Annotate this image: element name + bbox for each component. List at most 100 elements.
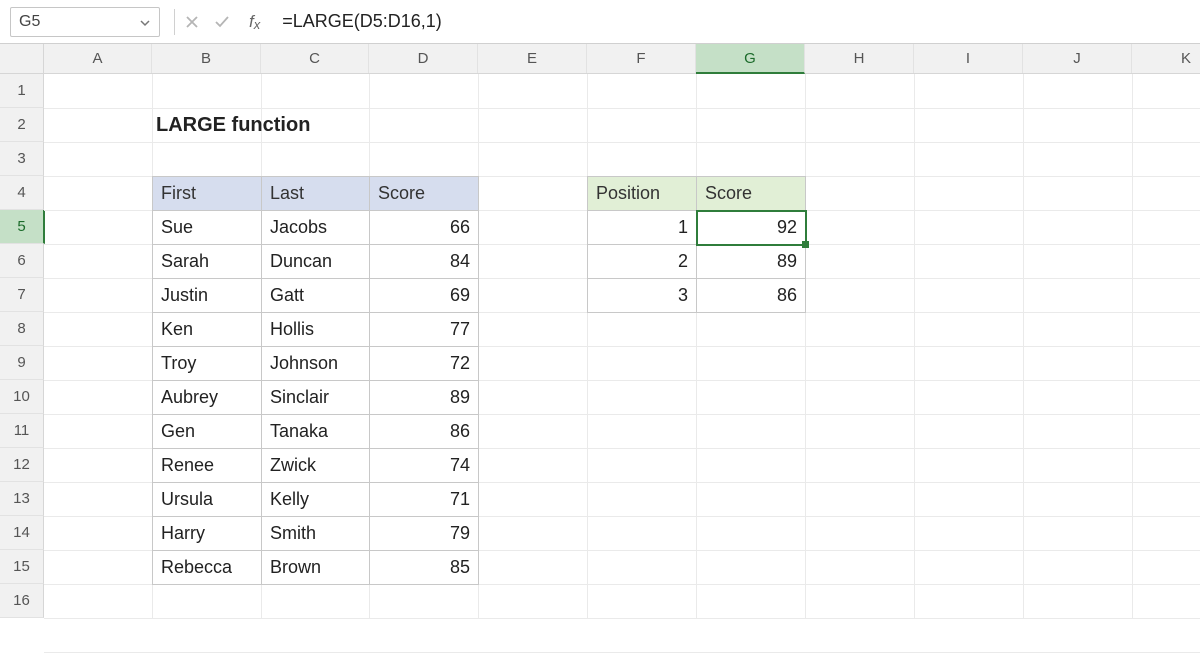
table-row[interactable]: 386 [588, 279, 806, 313]
separator [174, 9, 175, 35]
cell[interactable]: 72 [370, 347, 479, 381]
cell[interactable]: Hollis [262, 313, 370, 347]
cell[interactable]: Sarah [153, 245, 262, 279]
cell[interactable]: 89 [697, 245, 806, 279]
cell[interactable]: Jacobs [262, 211, 370, 245]
row-header-11[interactable]: 11 [0, 414, 44, 448]
formula-bar: G5 fx =LARGE(D5:D16,1) [0, 0, 1200, 44]
column-header-G[interactable]: G [696, 44, 805, 74]
row-header-9[interactable]: 9 [0, 346, 44, 380]
cell[interactable]: 89 [370, 381, 479, 415]
cell[interactable]: 2 [588, 245, 697, 279]
column-header-H[interactable]: H [805, 44, 914, 73]
chevron-down-icon[interactable] [139, 16, 151, 28]
table-row[interactable]: SueJacobs66 [153, 211, 479, 245]
cell[interactable]: Ursula [153, 483, 262, 517]
cell[interactable]: Renee [153, 449, 262, 483]
name-box-value: G5 [19, 13, 40, 31]
cell[interactable]: Zwick [262, 449, 370, 483]
page-title: LARGE function [156, 114, 310, 137]
cell[interactable]: Harry [153, 517, 262, 551]
table-row[interactable]: 289 [588, 245, 806, 279]
row-header-6[interactable]: 6 [0, 244, 44, 278]
cell[interactable]: Kelly [262, 483, 370, 517]
sheet-area: 12345678910111213141516 ABCDEFGHIJK LARG… [0, 44, 1200, 618]
cell[interactable]: 86 [697, 279, 806, 313]
cell[interactable]: 69 [370, 279, 479, 313]
cell[interactable]: 66 [370, 211, 479, 245]
row-header-10[interactable]: 10 [0, 380, 44, 414]
cell[interactable]: 92 [697, 211, 806, 245]
row-header-4[interactable]: 4 [0, 176, 44, 210]
cell[interactable]: Justin [153, 279, 262, 313]
cancel-icon[interactable] [183, 13, 201, 31]
cell[interactable]: 84 [370, 245, 479, 279]
table-header[interactable]: First [153, 177, 262, 211]
cell[interactable]: Troy [153, 347, 262, 381]
cell[interactable]: Brown [262, 551, 370, 585]
row-header-13[interactable]: 13 [0, 482, 44, 516]
cell[interactable]: 71 [370, 483, 479, 517]
cell[interactable]: 74 [370, 449, 479, 483]
column-header-A[interactable]: A [44, 44, 152, 73]
cell[interactable]: Gen [153, 415, 262, 449]
cell[interactable]: Sinclair [262, 381, 370, 415]
table-row[interactable]: SarahDuncan84 [153, 245, 479, 279]
column-header-F[interactable]: F [587, 44, 696, 73]
row-header-14[interactable]: 14 [0, 516, 44, 550]
row-header-3[interactable]: 3 [0, 142, 44, 176]
column-header-E[interactable]: E [478, 44, 587, 73]
column-headers: ABCDEFGHIJK [44, 44, 1200, 74]
cell[interactable]: Ken [153, 313, 262, 347]
table-row[interactable]: JustinGatt69 [153, 279, 479, 313]
row-header-8[interactable]: 8 [0, 312, 44, 346]
table-row[interactable]: ReneeZwick74 [153, 449, 479, 483]
name-box[interactable]: G5 [10, 7, 160, 37]
cell[interactable]: Smith [262, 517, 370, 551]
table-row[interactable]: UrsulaKelly71 [153, 483, 479, 517]
row-header-1[interactable]: 1 [0, 74, 44, 108]
row-header-12[interactable]: 12 [0, 448, 44, 482]
cell[interactable]: 3 [588, 279, 697, 313]
column-header-J[interactable]: J [1023, 44, 1132, 73]
column-header-C[interactable]: C [261, 44, 369, 73]
cell[interactable]: 79 [370, 517, 479, 551]
column-header-B[interactable]: B [152, 44, 261, 73]
table-header[interactable]: Position [588, 177, 697, 211]
row-header-2[interactable]: 2 [0, 108, 44, 142]
table-row[interactable]: GenTanaka86 [153, 415, 479, 449]
cell[interactable]: 1 [588, 211, 697, 245]
column-header-I[interactable]: I [914, 44, 1023, 73]
cell[interactable]: Duncan [262, 245, 370, 279]
table-row[interactable]: AubreySinclair89 [153, 381, 479, 415]
fx-icon[interactable]: fx [249, 12, 260, 32]
confirm-icon[interactable] [213, 13, 231, 31]
row-header-15[interactable]: 15 [0, 550, 44, 584]
table-row[interactable]: HarrySmith79 [153, 517, 479, 551]
table-row[interactable]: RebeccaBrown85 [153, 551, 479, 585]
column-header-D[interactable]: D [369, 44, 478, 73]
row-header-7[interactable]: 7 [0, 278, 44, 312]
data-table: FirstLastScore SueJacobs66SarahDuncan84J… [152, 176, 479, 585]
cell[interactable]: Sue [153, 211, 262, 245]
column-header-K[interactable]: K [1132, 44, 1200, 73]
cell[interactable]: 85 [370, 551, 479, 585]
grid[interactable]: LARGE function FirstLastScore SueJacobs6… [44, 74, 1200, 618]
cell[interactable]: 77 [370, 313, 479, 347]
row-header-16[interactable]: 16 [0, 584, 44, 618]
formula-input[interactable]: =LARGE(D5:D16,1) [282, 11, 1200, 32]
cell[interactable]: Tanaka [262, 415, 370, 449]
cell[interactable]: Aubrey [153, 381, 262, 415]
table-header[interactable]: Score [697, 177, 806, 211]
select-all-corner[interactable] [0, 44, 44, 74]
table-row[interactable]: 192 [588, 211, 806, 245]
table-row[interactable]: TroyJohnson72 [153, 347, 479, 381]
cell[interactable]: 86 [370, 415, 479, 449]
cell[interactable]: Gatt [262, 279, 370, 313]
table-header[interactable]: Last [262, 177, 370, 211]
table-header[interactable]: Score [370, 177, 479, 211]
row-header-5[interactable]: 5 [0, 210, 45, 244]
cell[interactable]: Rebecca [153, 551, 262, 585]
cell[interactable]: Johnson [262, 347, 370, 381]
table-row[interactable]: KenHollis77 [153, 313, 479, 347]
